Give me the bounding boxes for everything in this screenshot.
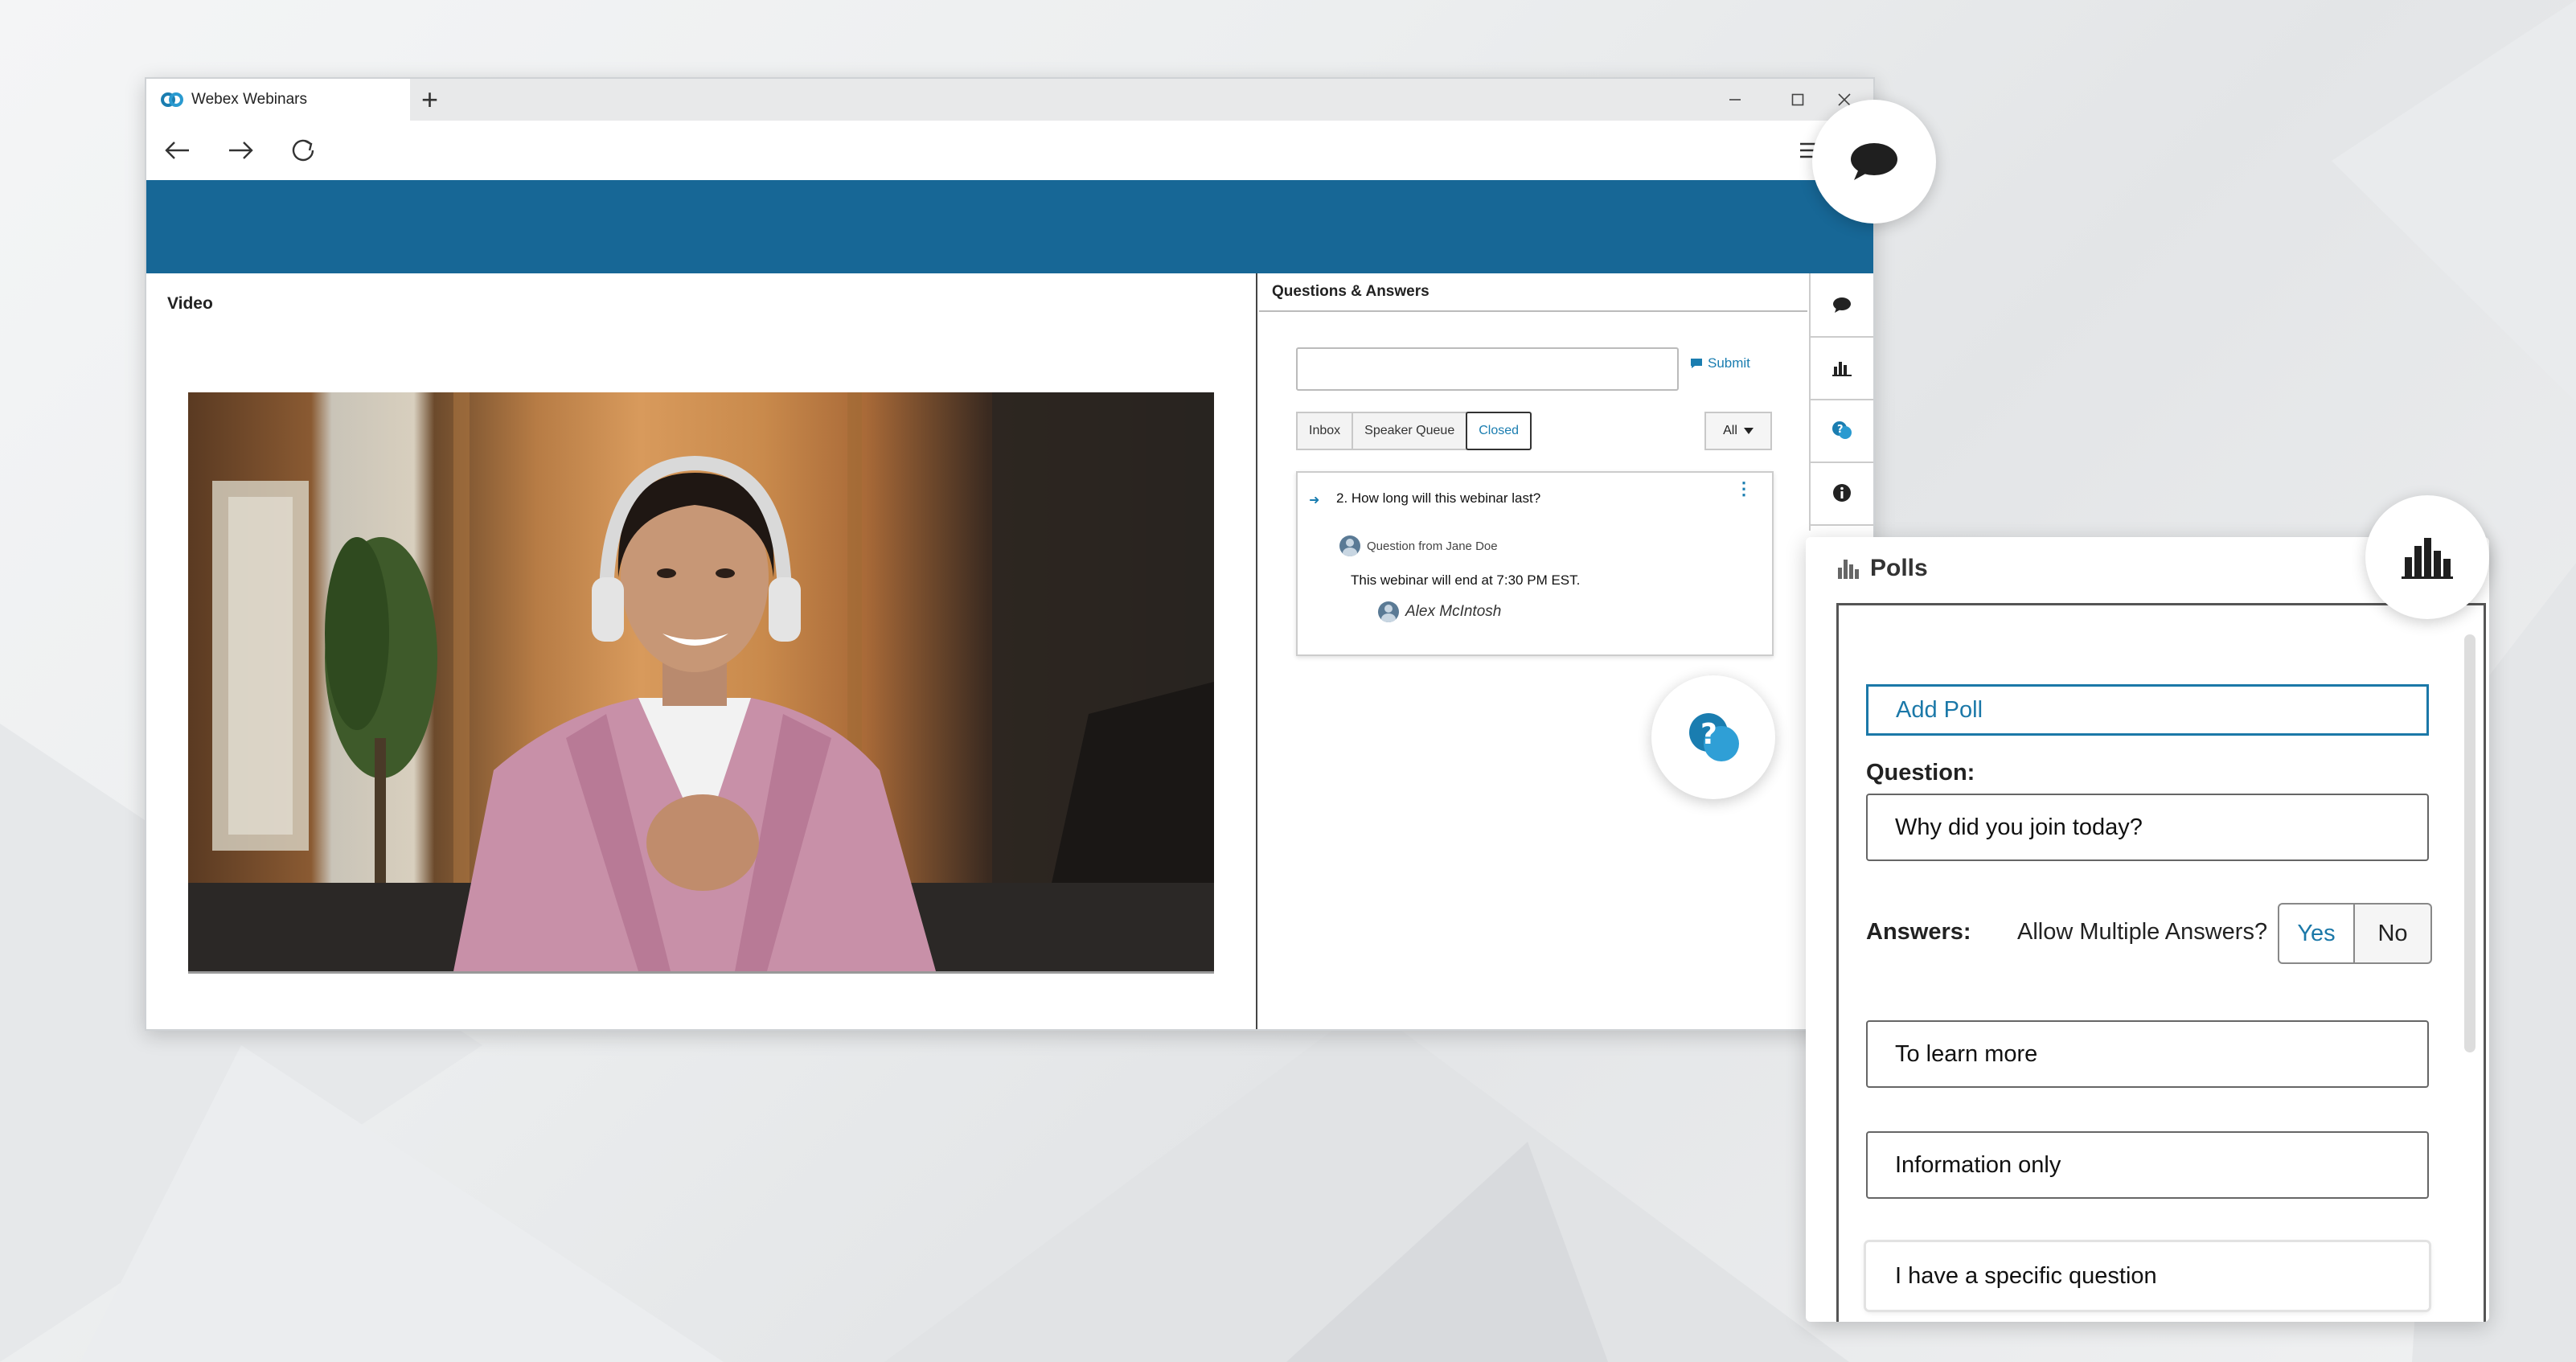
submit-label: Submit [1708, 355, 1750, 371]
add-poll-button[interactable]: Add Poll [1866, 684, 2429, 736]
question-card[interactable]: ➜ 2. How long will this webinar last? ⋮ … [1296, 471, 1774, 656]
answer-field-1[interactable]: To learn more [1866, 1020, 2429, 1088]
avatar [1339, 535, 1360, 556]
poll-question-field[interactable]: Why did you join today? [1866, 794, 2429, 861]
filter-select[interactable]: All [1704, 412, 1772, 450]
info-icon [1833, 484, 1851, 502]
no-button[interactable]: No [2355, 903, 2432, 964]
video-panel: Video [146, 273, 1257, 1029]
webex-logo-icon [161, 92, 183, 107]
answerer: Alex McIntosh [1378, 601, 1501, 622]
qa-icon: ? [1689, 713, 1739, 761]
chat-icon [1833, 297, 1851, 313]
asker-label: Question from Jane Doe [1367, 539, 1498, 553]
filter-value: All [1723, 424, 1737, 437]
question-asker: Question from Jane Doe [1339, 535, 1498, 556]
polls-icon [1838, 560, 1859, 579]
tab-title: Webex Webinars [191, 91, 307, 108]
maximize-icon[interactable] [1782, 85, 1814, 114]
reload-icon[interactable] [285, 132, 322, 169]
svg-text:?: ? [1700, 718, 1717, 751]
tab-inbox[interactable]: Inbox [1296, 412, 1354, 450]
browser-toolbar [146, 121, 1883, 180]
plus-icon[interactable]: + [421, 84, 438, 116]
polls-panel: Polls Add Poll Question: Why did you joi… [1806, 537, 2489, 1322]
allow-multiple-label: Allow Multiple Answers? [2017, 919, 2268, 945]
rail-chat-button[interactable] [1811, 273, 1873, 338]
polls-title: Polls [1870, 555, 1928, 581]
chat-bubble-button[interactable] [1812, 100, 1936, 224]
minimize-icon[interactable] [1719, 85, 1751, 114]
tab-closed[interactable]: Closed [1466, 412, 1532, 450]
rail-qa-button[interactable]: ? [1811, 399, 1873, 463]
back-arrow-icon[interactable] [159, 132, 196, 169]
header-banner [146, 180, 1873, 273]
answer-field-2[interactable]: Information only [1866, 1131, 2429, 1199]
scrollbar[interactable] [2464, 634, 2476, 1052]
webinar-content: Video Questions & Answers Submit Inbox S… [146, 273, 1873, 1029]
rail-info-button[interactable] [1811, 462, 1873, 526]
arrow-right-icon: ➜ [1309, 494, 1320, 507]
allow-multiple-toggle: Yes No [2278, 903, 2432, 964]
svg-text:?: ? [1837, 424, 1844, 436]
qa-tabs: Inbox Speaker Queue Closed [1296, 412, 1532, 450]
side-rail: ? [1809, 273, 1873, 531]
browser-window: Webex Webinars + Video Questions & Answe… [145, 77, 1883, 1031]
tab-speaker-queue[interactable]: Speaker Queue [1352, 412, 1468, 450]
answerer-name: Alex McIntosh [1405, 603, 1502, 620]
more-options-icon[interactable]: ⋮ [1735, 480, 1753, 498]
answer-field-3[interactable]: I have a specific question [1866, 1242, 2429, 1310]
avatar [1378, 601, 1399, 622]
question-input[interactable] [1296, 347, 1679, 391]
chat-icon [1691, 359, 1702, 368]
forward-arrow-icon[interactable] [222, 132, 259, 169]
qa-heading: Questions & Answers [1259, 273, 1807, 312]
question-label: Question: [1866, 760, 1975, 786]
chat-icon [1851, 143, 1897, 180]
question-text: 2. How long will this webinar last? [1336, 490, 1541, 506]
video-presenter-image [188, 392, 1214, 971]
polls-header: Polls [1836, 555, 1928, 582]
polls-bubble-button[interactable] [2365, 495, 2489, 619]
video-heading: Video [167, 294, 213, 313]
qa-bubble-button[interactable]: ? [1651, 675, 1775, 799]
submit-button[interactable]: Submit [1690, 355, 1750, 371]
chevron-down-icon [1743, 428, 1754, 434]
browser-tab[interactable]: Webex Webinars [146, 79, 410, 121]
qa-panel: Questions & Answers Submit Inbox Speaker… [1259, 273, 1807, 1029]
answers-label: Answers: [1866, 919, 1971, 945]
title-bar: Webex Webinars + [146, 79, 1873, 121]
poll-editor: Add Poll Question: Why did you join toda… [1836, 603, 2486, 1322]
answer-text: This webinar will end at 7:30 PM EST. [1351, 572, 1581, 588]
polls-icon [1832, 362, 1852, 376]
video-feed[interactable] [188, 392, 1214, 974]
rail-polls-button[interactable] [1811, 336, 1873, 400]
qa-icon: ? [1832, 421, 1852, 439]
yes-button[interactable]: Yes [2278, 903, 2355, 964]
polls-icon [2402, 538, 2453, 579]
